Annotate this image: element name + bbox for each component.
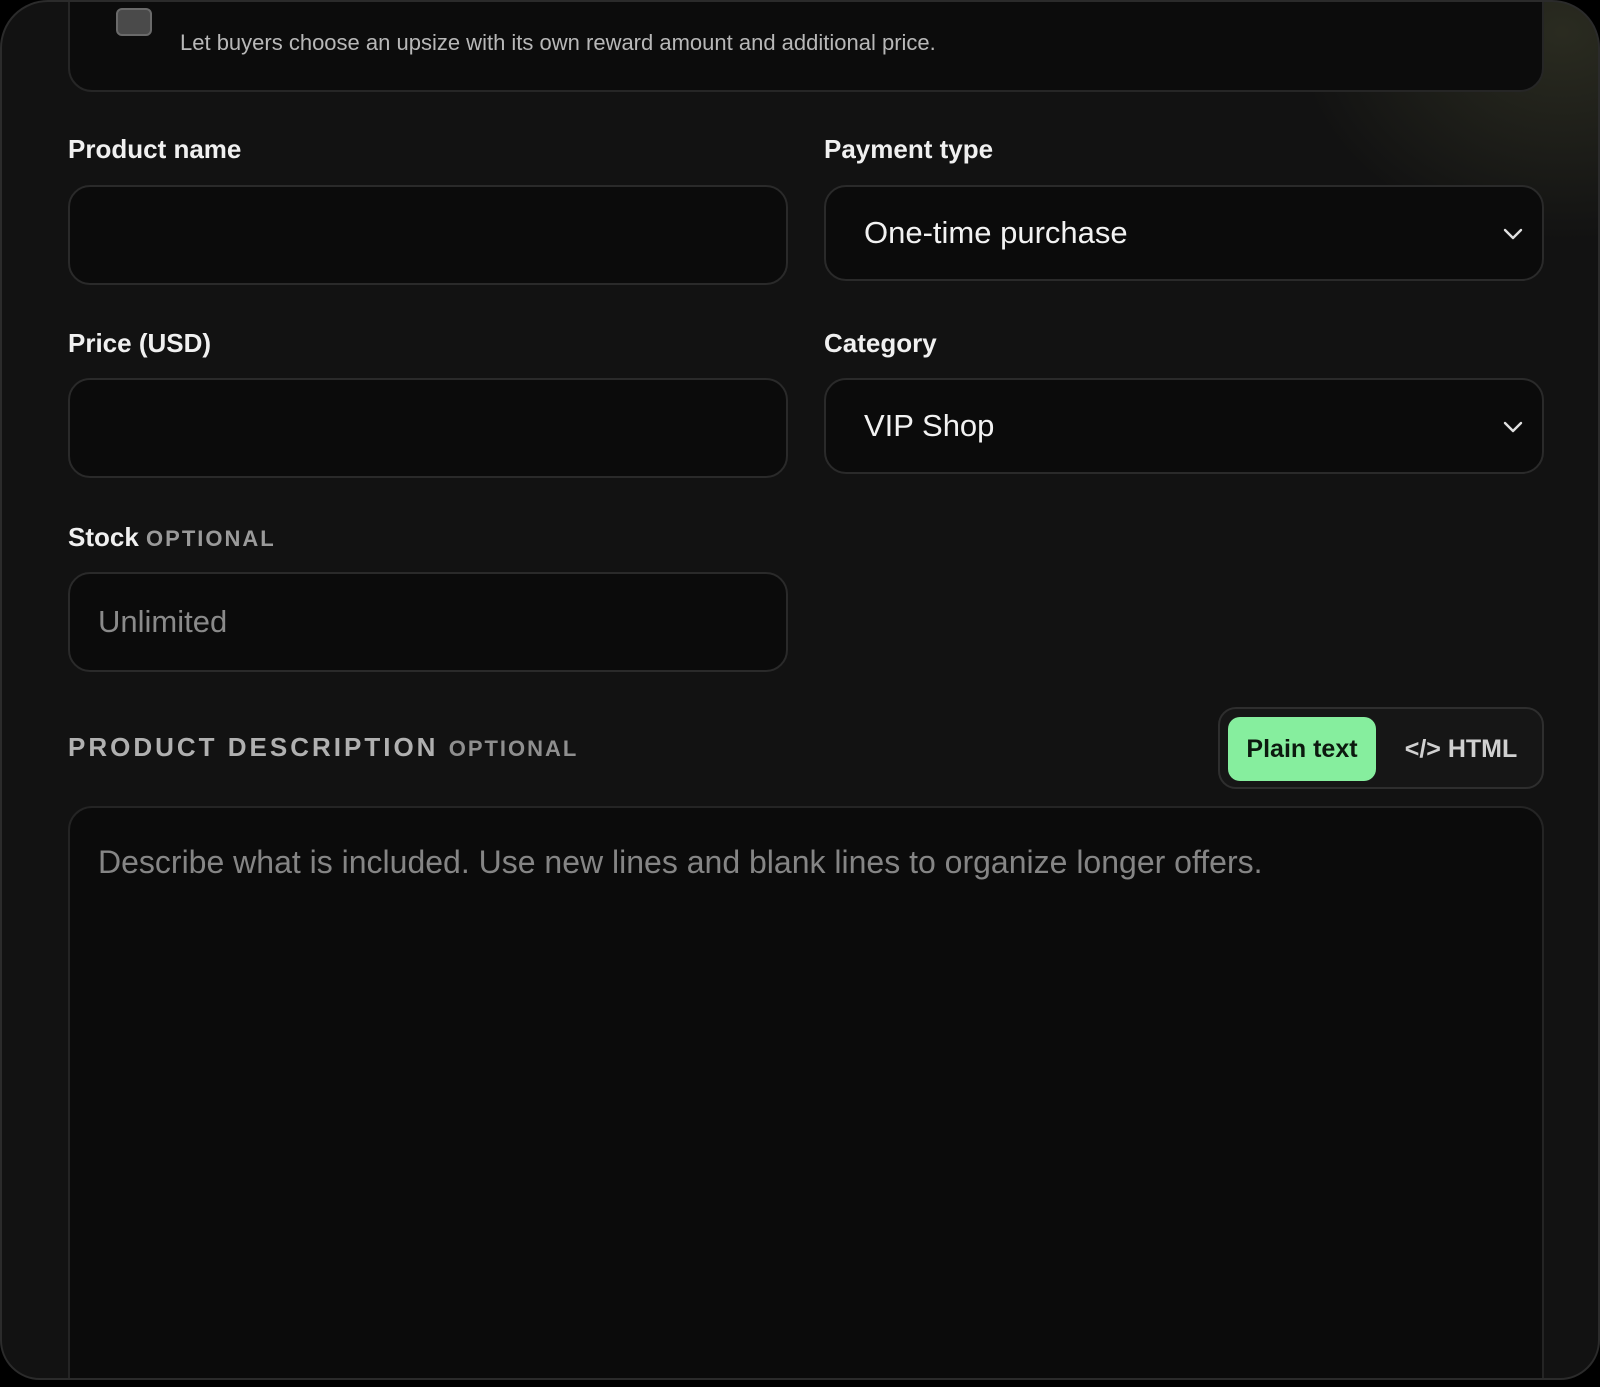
category-label: Category xyxy=(824,328,937,358)
stock-label: Stock OPTIONAL xyxy=(68,522,276,552)
stock-input[interactable] xyxy=(68,572,788,672)
description-format-toggle: Plain text </> HTML xyxy=(1218,707,1544,789)
price-input[interactable] xyxy=(68,378,788,478)
product-form-panel: Let buyers choose an upsize with its own… xyxy=(0,0,1600,1380)
payment-type-value: One-time purchase xyxy=(864,215,1128,250)
product-name-label: Product name xyxy=(68,134,242,164)
category-select[interactable]: VIP Shop xyxy=(824,378,1544,474)
description-optional-tag: OPTIONAL xyxy=(448,736,579,761)
payment-type-label: Payment type xyxy=(824,134,994,164)
stock-optional-tag: OPTIONAL xyxy=(146,526,276,551)
category-value: VIP Shop xyxy=(864,408,995,443)
price-label: Price (USD) xyxy=(68,328,212,358)
product-description-textarea[interactable] xyxy=(68,806,1544,1378)
html-mode-button[interactable]: </> HTML xyxy=(1386,717,1536,781)
product-name-input[interactable] xyxy=(68,185,788,285)
upsize-option-card: Let buyers choose an upsize with its own… xyxy=(68,2,1544,92)
chevron-down-icon xyxy=(1503,421,1523,433)
chevron-down-icon xyxy=(1503,228,1523,240)
plain-text-mode-button[interactable]: Plain text xyxy=(1228,717,1376,781)
upsize-description: Let buyers choose an upsize with its own… xyxy=(180,30,936,55)
product-description-label: PRODUCT DESCRIPTION OPTIONAL xyxy=(68,732,579,762)
payment-type-select[interactable]: One-time purchase xyxy=(824,185,1544,281)
upsize-checkbox[interactable] xyxy=(116,8,152,36)
